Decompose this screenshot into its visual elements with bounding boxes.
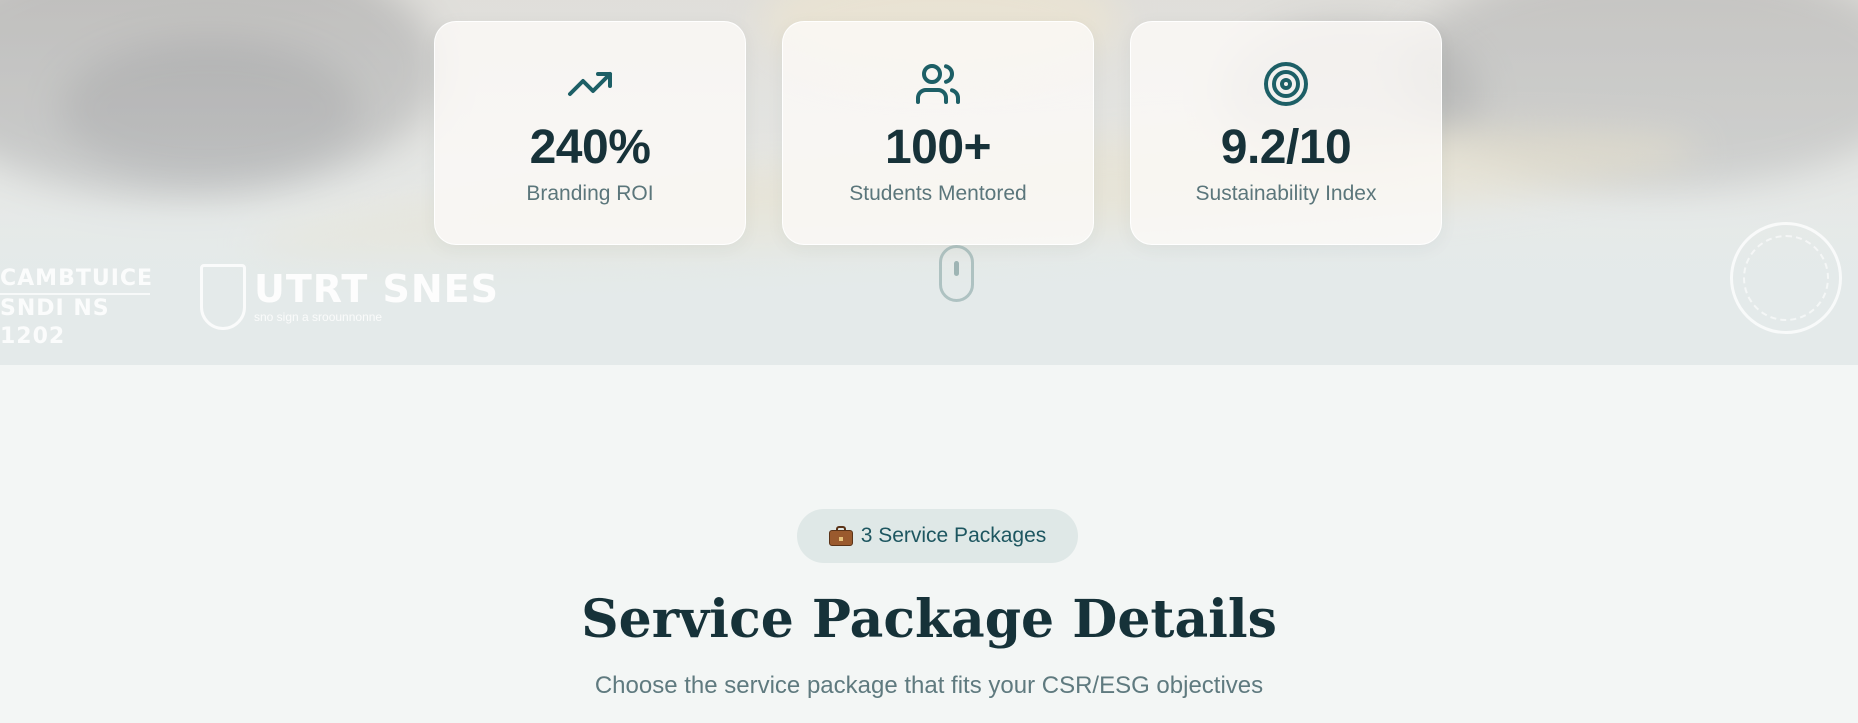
partner-logo-center-name: UTRT SNES	[254, 267, 499, 311]
stat-value: 100+	[884, 121, 992, 174]
mouse-wheel-icon	[954, 261, 959, 276]
partner-logo-center-sub: sno sign a sroounnonne	[254, 310, 383, 324]
partner-logo-center: UTRT SNES sno sign a sroounnonne	[200, 262, 499, 332]
scroll-down-indicator[interactable]	[939, 245, 974, 302]
partner-logo-left-line2: SNDI NS 1202	[0, 296, 110, 349]
stat-label: Branding ROI	[526, 182, 654, 205]
users-icon	[783, 60, 1093, 108]
section-subtitle: Choose the service package that fits you…	[594, 672, 1264, 699]
stat-card-sustainability-index: 9.2/10 Sustainability Index	[1130, 21, 1442, 245]
stat-label: Sustainability Index	[1195, 182, 1377, 205]
trending-up-icon	[435, 60, 745, 108]
stat-card-students-mentored: 100+ Students Mentored	[782, 21, 1094, 245]
stat-value: 9.2/10	[1220, 121, 1352, 174]
stat-value: 240%	[529, 121, 651, 174]
partner-logo-left-line1: CAMBTUICE	[0, 265, 152, 295]
service-packages-section: 3 Service Packages Service Package Detai…	[0, 365, 1858, 723]
badge-label: 3 Service Packages	[860, 524, 1047, 547]
target-icon	[1131, 60, 1441, 108]
stat-label: Students Mentored	[849, 182, 1027, 205]
partner-logo-left: CAMBTUICE SNDI NS 1202	[0, 265, 152, 349]
shield-icon	[200, 264, 246, 330]
section-title: Service Package Details	[581, 589, 1277, 650]
briefcase-icon	[828, 526, 853, 546]
service-packages-badge: 3 Service Packages	[797, 509, 1078, 563]
stat-card-branding-roi: 240% Branding ROI	[434, 21, 746, 245]
stats-row: 240% Branding ROI 100+ Students Mentored…	[0, 21, 1858, 245]
